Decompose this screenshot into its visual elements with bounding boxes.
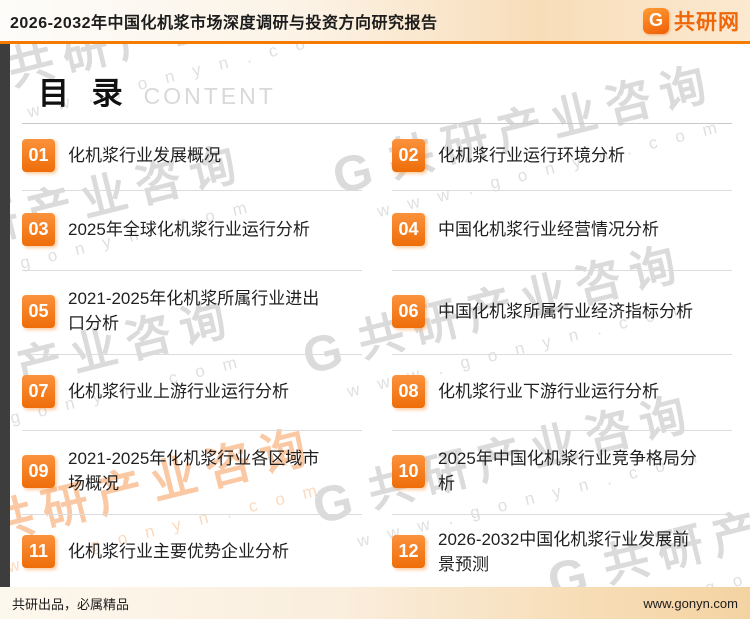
toc-item-number: 08: [392, 375, 425, 408]
toc-item-number: 05: [22, 295, 55, 328]
brand-logo-text: 共研网: [674, 6, 740, 36]
toc-item-01[interactable]: 01 化机浆行业发展概况: [22, 124, 362, 191]
toc-item-number: 09: [22, 455, 55, 488]
toc-item-label: 2021-2025年化机浆行业各区域市场概况: [68, 446, 332, 496]
footer: 共研出品，必属精品 www.gonyn.com: [0, 587, 750, 619]
toc-item-label: 2025年中国化机浆行业竞争格局分析: [438, 446, 702, 496]
toc-item-number: 10: [392, 455, 425, 488]
toc-item-09[interactable]: 09 2021-2025年化机浆行业各区域市场概况: [22, 431, 362, 515]
footer-url[interactable]: www.gonyn.com: [643, 596, 738, 611]
toc-item-12[interactable]: 12 2026-2032中国化机浆行业发展前景预测: [392, 515, 732, 587]
toc-item-07[interactable]: 07 化机浆行业上游行业运行分析: [22, 355, 362, 431]
toc-grid: 01 化机浆行业发展概况 02 化机浆行业运行环境分析 03 2025年全球化机…: [22, 124, 732, 587]
toc-item-label: 中国化机浆行业经营情况分析: [438, 217, 659, 242]
toc-item-label: 化机浆行业运行环境分析: [438, 143, 625, 168]
toc-item-03[interactable]: 03 2025年全球化机浆行业运行分析: [22, 191, 362, 271]
toc-item-10[interactable]: 10 2025年中国化机浆行业竞争格局分析: [392, 431, 732, 515]
toc-item-08[interactable]: 08 化机浆行业下游行业运行分析: [392, 355, 732, 431]
toc-title-cn: 目 录: [38, 68, 130, 113]
brand-logo[interactable]: G 共研网: [643, 6, 740, 36]
toc-item-label: 化机浆行业发展概况: [68, 143, 221, 168]
toc-item-04[interactable]: 04 中国化机浆行业经营情况分析: [392, 191, 732, 271]
toc-item-number: 02: [392, 139, 425, 172]
toc-item-label: 化机浆行业主要优势企业分析: [68, 539, 289, 564]
toc-container: 目 录 CONTENT 01 化机浆行业发展概况 02 化机浆行业运行环境分析 …: [10, 44, 750, 587]
toc-item-number: 12: [392, 535, 425, 568]
toc-item-number: 03: [22, 213, 55, 246]
left-accent-bar: [0, 44, 10, 587]
toc-item-label: 化机浆行业上游行业运行分析: [68, 379, 289, 404]
brand-logo-icon: G: [643, 8, 669, 34]
content-area: G共研产业咨询 w w w . g o n y n . c o m G共研产业咨…: [0, 44, 750, 587]
toc-item-label: 2026-2032中国化机浆行业发展前景预测: [438, 527, 702, 577]
toc-item-number: 06: [392, 295, 425, 328]
toc-item-number: 07: [22, 375, 55, 408]
toc-item-number: 04: [392, 213, 425, 246]
report-toc-page: 2026-2032年中国化机浆市场深度调研与投资方向研究报告 G 共研网 G共研…: [0, 0, 750, 622]
toc-item-label: 化机浆行业下游行业运行分析: [438, 379, 659, 404]
toc-item-02[interactable]: 02 化机浆行业运行环境分析: [392, 124, 732, 191]
toc-item-number: 01: [22, 139, 55, 172]
toc-item-label: 2025年全球化机浆行业运行分析: [68, 217, 310, 242]
toc-title-en: CONTENT: [144, 83, 276, 110]
toc-item-06[interactable]: 06 中国化机浆所属行业经济指标分析: [392, 271, 732, 355]
footer-slogan: 共研出品，必属精品: [12, 594, 129, 613]
toc-item-label: 2021-2025年化机浆所属行业进出口分析: [68, 286, 332, 336]
toc-item-number: 11: [22, 535, 55, 568]
toc-heading: 目 录 CONTENT: [22, 44, 732, 113]
toc-item-11[interactable]: 11 化机浆行业主要优势企业分析: [22, 515, 362, 587]
header: 2026-2032年中国化机浆市场深度调研与投资方向研究报告 G 共研网: [0, 0, 750, 44]
report-title: 2026-2032年中国化机浆市场深度调研与投资方向研究报告: [10, 9, 438, 33]
toc-item-label: 中国化机浆所属行业经济指标分析: [438, 299, 693, 324]
toc-item-05[interactable]: 05 2021-2025年化机浆所属行业进出口分析: [22, 271, 362, 355]
